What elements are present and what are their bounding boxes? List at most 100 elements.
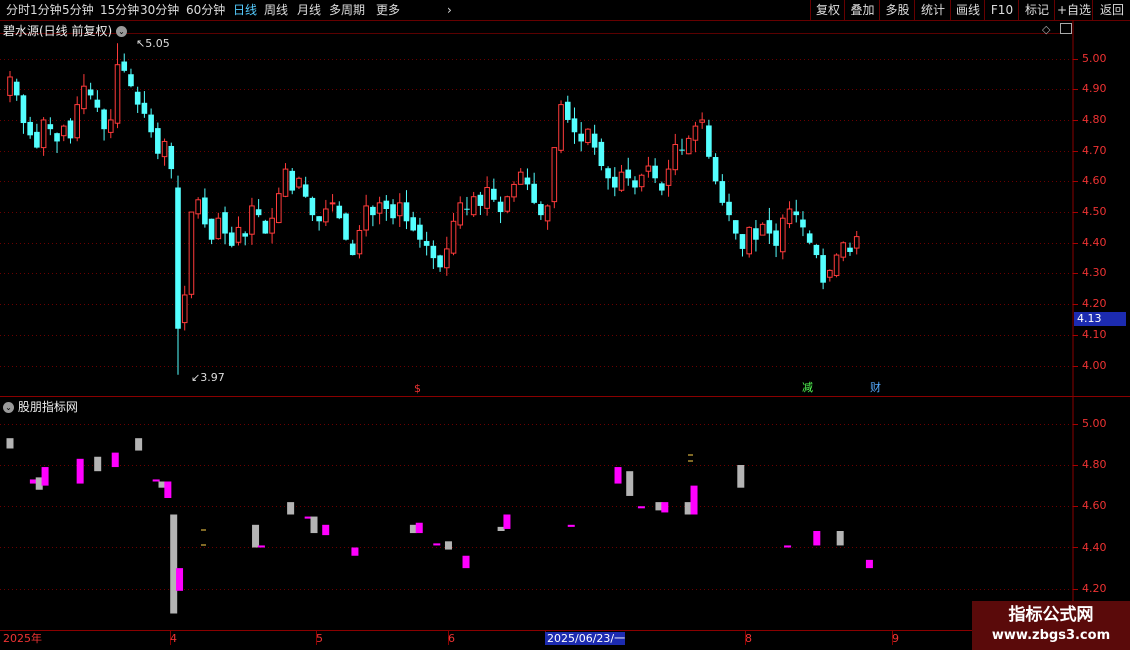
candle-up [450,220,457,254]
indicator-bar [322,524,330,536]
chart-canvas[interactable] [0,0,1130,650]
candle-up [551,147,558,203]
indicator-tick-label: 4.60 [1082,499,1107,513]
watermark-url: www.zbgs3.com [991,628,1111,643]
reduce-holding-annotation[interactable]: 减 [802,382,813,394]
candle-down [27,121,33,136]
indicator-bar [462,555,470,569]
candle-down [726,201,732,216]
candle-down [94,99,101,108]
indicator-bar [41,467,49,486]
low-marker: ↙3.97 [191,372,225,384]
candle-down [813,244,820,256]
candle-down [13,81,20,96]
indicator-bar [626,471,634,496]
indicator-bar [176,568,184,591]
candle-down [491,188,497,200]
candle-down [578,133,584,142]
candle-down [437,255,443,268]
candle-up [356,229,363,255]
indicator-bar [152,479,160,482]
candle-down [101,109,107,130]
indicator-bar [111,452,119,468]
indicator-tick-label: 4.40 [1082,540,1107,554]
candle-up [544,205,551,222]
candle-down [343,213,349,240]
candle-down [564,101,571,120]
candle-down [531,183,537,203]
candle-down [403,202,410,222]
indicator-bar [784,545,792,548]
watermark-title: 指标公式网 [1008,605,1094,625]
indicator-bar [310,516,318,534]
candle-down [806,233,813,243]
candle-up [558,104,564,151]
candle-down [134,91,141,105]
candle-down [612,176,618,188]
candle-down [383,200,390,209]
candle-up [188,211,195,295]
candle-up [853,236,860,249]
candle-up [699,119,705,123]
candle-down [598,141,605,167]
candle-up [504,196,511,212]
diamond-icon[interactable]: ◇ [1042,23,1050,36]
dividend-annotation[interactable]: $ [414,383,421,395]
candle-up [746,226,753,255]
candle-down [732,220,739,234]
indicator-bar [865,559,873,569]
candle-up [249,205,255,235]
window-toggle-icon[interactable] [1060,23,1072,34]
candle-down [773,230,779,246]
indicator-bar [737,465,745,488]
candle-up [759,223,766,236]
candle-down [605,168,611,179]
indicator-tick-label: 5.00 [1082,416,1107,430]
candle-up [618,171,625,191]
candle-down [242,233,248,237]
chart-menu-dropdown-icon[interactable]: ⌄ [116,26,128,37]
candle-up [786,208,793,225]
indicator-bar [444,541,452,550]
main-chart-title-bar: 碧水源(日线 前复权) ⌄ [3,22,128,39]
candle-down [706,125,712,157]
candle-up [195,199,201,215]
candle-down [255,209,262,216]
candle-down [464,208,470,210]
indicator-bar [813,531,821,546]
candle-down [679,149,685,151]
candle-down [423,241,430,246]
indicator-bar [257,545,265,548]
candle-up [511,183,517,198]
candle-down [121,61,128,71]
financial-report-annotation[interactable]: 财 [870,382,881,394]
candle-up [484,187,490,209]
indicator-bar [433,543,441,546]
candle-up [181,294,188,324]
candle-up [108,119,114,133]
indicator-menu-dropdown-icon[interactable]: ⌄ [3,402,14,413]
candle-down [67,120,74,139]
candle-down [820,255,826,283]
candle-down [349,243,356,256]
candle-down [766,220,773,234]
candle-up [444,248,450,269]
candle-down [625,169,632,179]
candle-up [457,202,464,226]
candle-up [7,76,13,96]
candle-down [222,212,228,234]
indicator-bar [614,467,622,484]
candle-up [296,177,302,188]
candle-down [128,74,134,87]
candle-down [847,247,853,252]
candle-down [302,184,309,197]
candle-down [739,234,746,249]
candle-up [235,226,242,243]
candle-down [571,118,578,133]
candle-up [40,119,47,149]
indicator-bar [170,514,178,614]
indicator-bar [661,502,669,513]
candle-down [148,114,154,133]
high-arrow-icon: ↖ [136,37,146,50]
candle-down [141,102,148,114]
